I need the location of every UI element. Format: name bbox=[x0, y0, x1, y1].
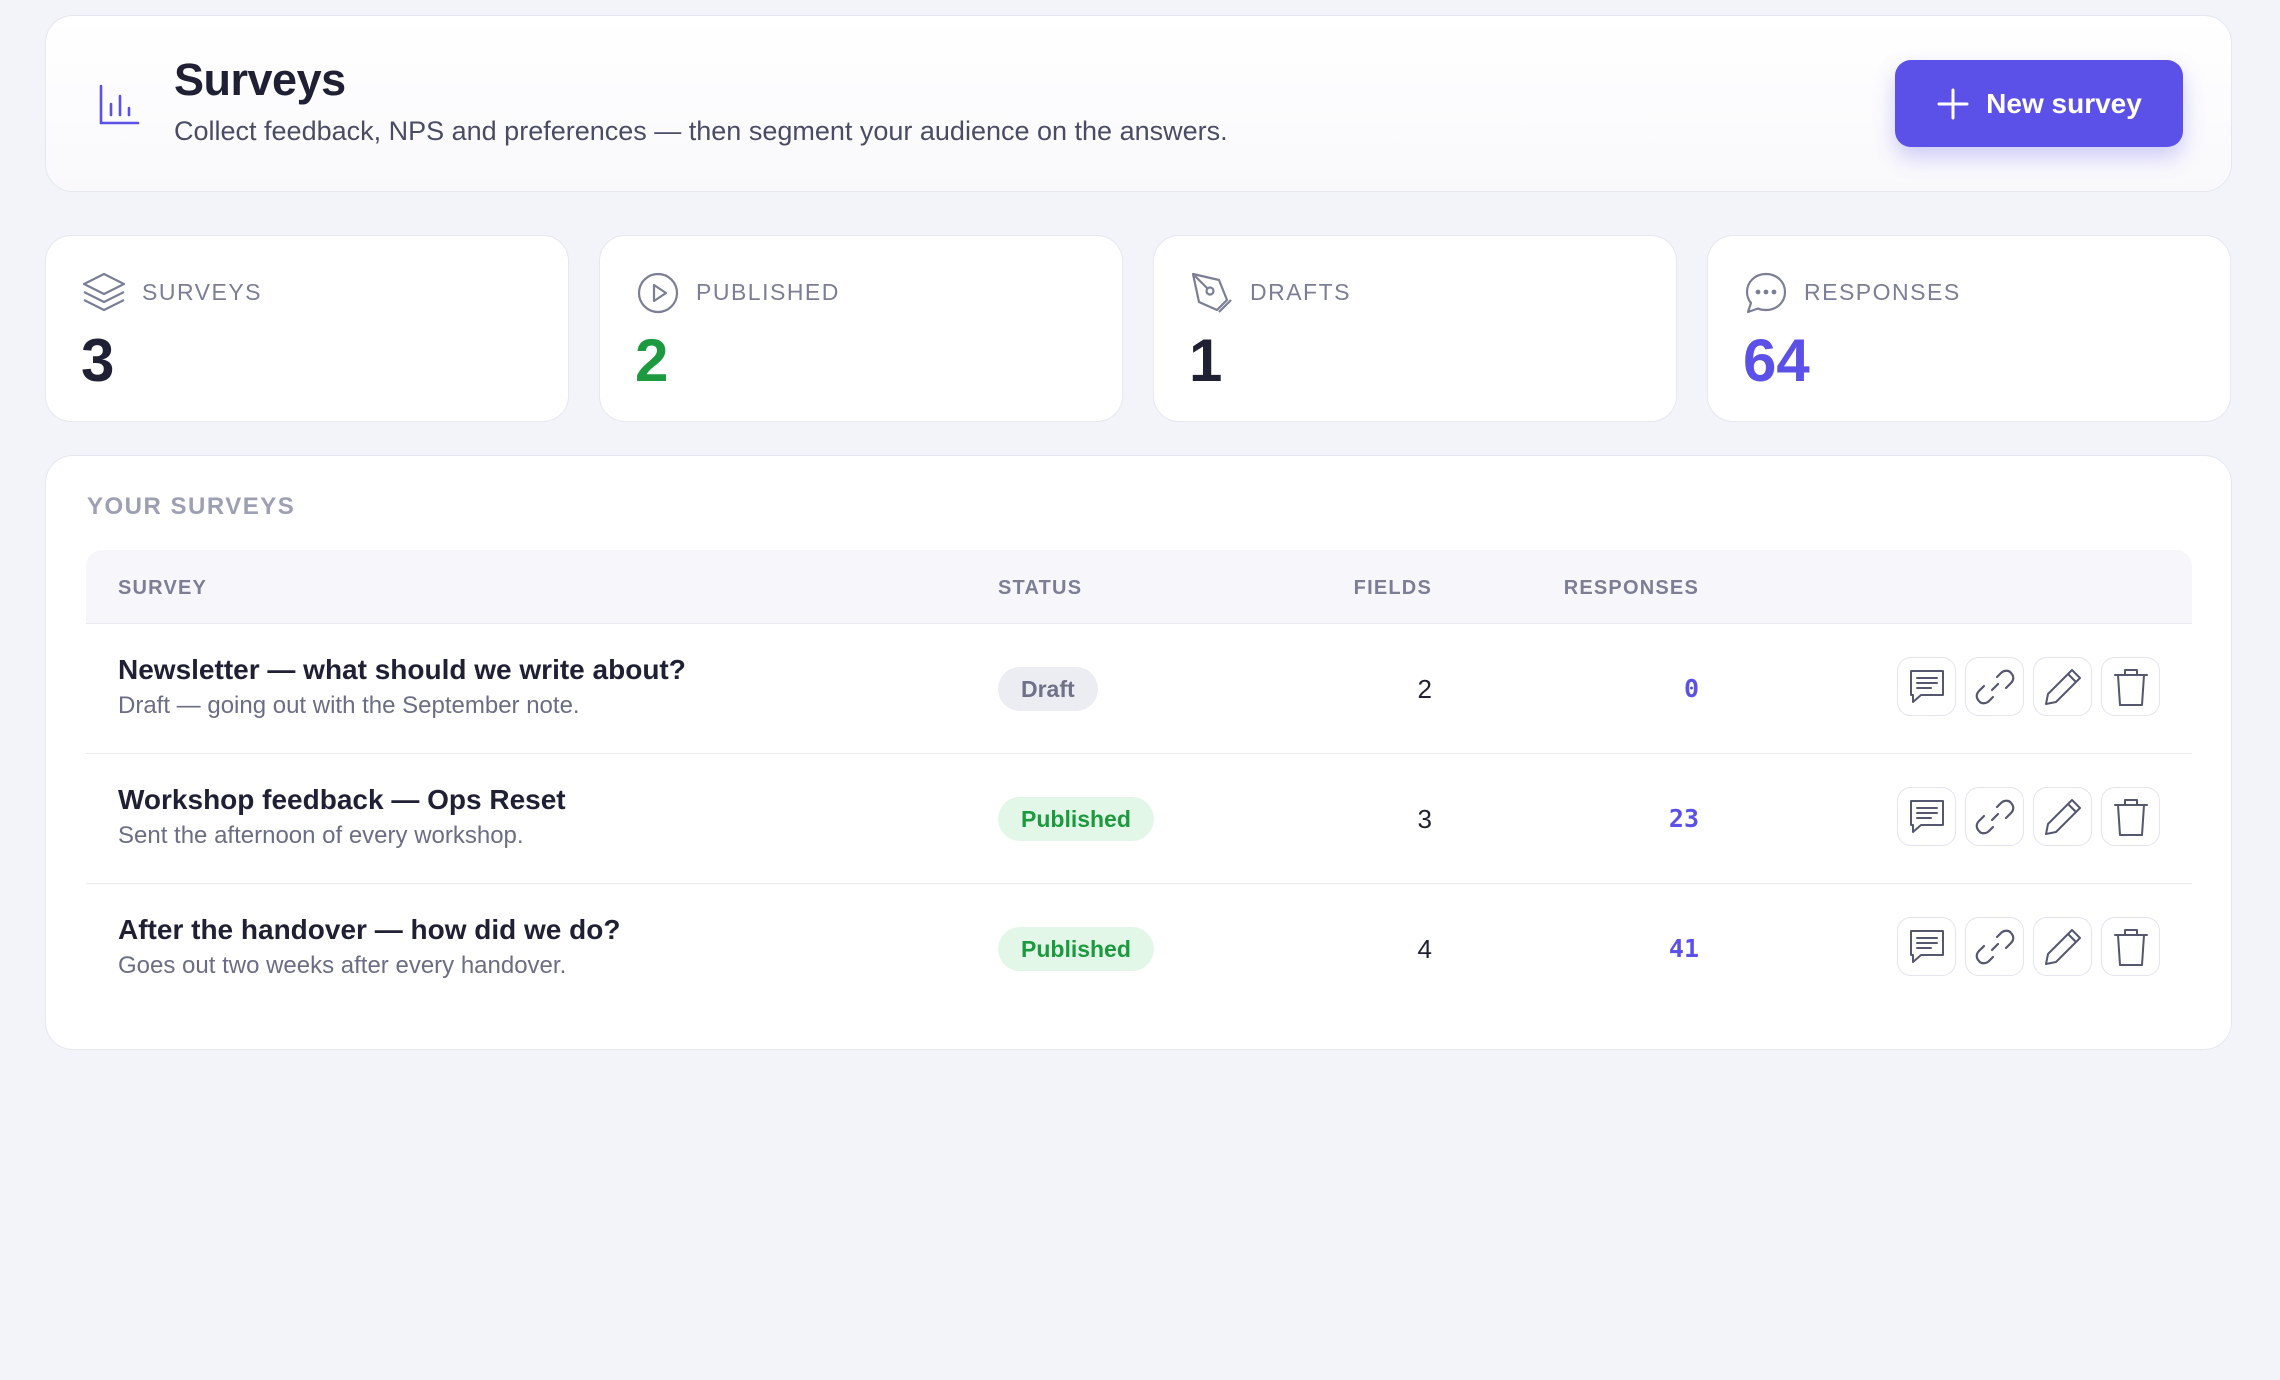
column-header-fields: FIELDS bbox=[1353, 577, 1432, 599]
fields-count: 2 bbox=[1417, 674, 1432, 704]
survey-name[interactable]: After the handover — how did we do? bbox=[118, 914, 620, 946]
stat-value: 3 bbox=[81, 327, 115, 394]
page-subtitle: Collect feedback, NPS and preferences — … bbox=[174, 116, 1228, 146]
row-actions bbox=[1897, 787, 2160, 846]
pencil-icon bbox=[2044, 798, 2081, 835]
stat-label: PUBLISHED bbox=[696, 279, 840, 305]
link-icon bbox=[1975, 799, 2014, 834]
delete-button[interactable] bbox=[2101, 917, 2160, 976]
trash-icon bbox=[2113, 668, 2148, 706]
delete-button[interactable] bbox=[2101, 787, 2160, 846]
survey-name[interactable]: Newsletter — what should we write about? bbox=[118, 654, 686, 686]
status-badge: Published bbox=[998, 797, 1154, 841]
survey-description: Sent the afternoon of every workshop. bbox=[118, 822, 524, 849]
row-actions bbox=[1897, 657, 2160, 716]
message-circle-icon bbox=[1745, 272, 1787, 314]
copy-link-button[interactable] bbox=[1965, 787, 2024, 846]
survey-description: Draft — going out with the September not… bbox=[118, 692, 580, 719]
survey-name[interactable]: Workshop feedback — Ops Reset bbox=[118, 784, 566, 816]
stat-label: RESPONSES bbox=[1804, 279, 1961, 305]
link-icon bbox=[1975, 669, 2014, 704]
stat-value: 1 bbox=[1189, 327, 1223, 394]
stat-card-surveys: SURVEYS 3 bbox=[45, 235, 569, 422]
copy-link-button[interactable] bbox=[1965, 917, 2024, 976]
table-row[interactable]: Workshop feedback — Ops Reset Sent the a… bbox=[86, 754, 2192, 884]
table-title: YOUR SURVEYS bbox=[87, 493, 296, 520]
plus-icon bbox=[1937, 88, 1969, 119]
layers-icon bbox=[82, 272, 126, 312]
page-title: Surveys bbox=[174, 54, 346, 105]
status-badge: Published bbox=[998, 927, 1154, 971]
column-header-responses: RESPONSES bbox=[1563, 577, 1699, 599]
stat-label: DRAFTS bbox=[1250, 279, 1351, 305]
stat-value: 2 bbox=[635, 327, 669, 394]
fields-count: 4 bbox=[1417, 934, 1432, 964]
view-responses-button[interactable] bbox=[1897, 657, 1956, 716]
pencil-icon bbox=[2044, 928, 2081, 965]
message-square-icon bbox=[1909, 669, 1944, 703]
message-square-icon bbox=[1909, 799, 1944, 833]
view-responses-button[interactable] bbox=[1897, 787, 1956, 846]
view-responses-button[interactable] bbox=[1897, 917, 1956, 976]
fields-count: 3 bbox=[1417, 804, 1432, 834]
copy-link-button[interactable] bbox=[1965, 657, 2024, 716]
stat-card-published: PUBLISHED 2 bbox=[599, 235, 1123, 422]
table-row[interactable]: After the handover — how did we do? Goes… bbox=[86, 884, 2192, 1014]
play-circle-icon bbox=[637, 272, 679, 314]
stat-label: SURVEYS bbox=[142, 279, 263, 305]
column-header-status: STATUS bbox=[998, 577, 1083, 599]
trash-icon bbox=[2113, 928, 2148, 966]
stat-card-drafts: DRAFTS 1 bbox=[1153, 235, 1677, 422]
stat-card-responses: RESPONSES 64 bbox=[1707, 235, 2231, 422]
pen-tool-icon bbox=[1191, 272, 1232, 313]
new-survey-label: New survey bbox=[1986, 87, 2142, 119]
status-badge: Draft bbox=[998, 667, 1098, 711]
delete-button[interactable] bbox=[2101, 657, 2160, 716]
row-actions bbox=[1897, 917, 2160, 976]
edit-button[interactable] bbox=[2033, 787, 2092, 846]
responses-count[interactable]: 23 bbox=[1669, 804, 1699, 833]
edit-button[interactable] bbox=[2033, 657, 2092, 716]
responses-count[interactable]: 0 bbox=[1684, 674, 1699, 703]
bar-chart-icon bbox=[99, 84, 140, 125]
survey-description: Goes out two weeks after every handover. bbox=[118, 952, 567, 979]
stat-value: 64 bbox=[1743, 327, 1810, 394]
trash-icon bbox=[2113, 798, 2148, 836]
page-header: Surveys Collect feedback, NPS and prefer… bbox=[45, 15, 2232, 192]
pencil-icon bbox=[2044, 668, 2081, 705]
new-survey-button[interactable]: New survey bbox=[1895, 60, 2183, 147]
column-header-survey: SURVEY bbox=[118, 577, 208, 599]
link-icon bbox=[1975, 929, 2014, 964]
edit-button[interactable] bbox=[2033, 917, 2092, 976]
table-header: SURVEY STATUS FIELDS RESPONSES bbox=[86, 550, 2192, 624]
surveys-table-card: YOUR SURVEYS SURVEY STATUS FIELDS RESPON… bbox=[45, 455, 2232, 1050]
responses-count[interactable]: 41 bbox=[1669, 934, 1699, 963]
message-square-icon bbox=[1909, 929, 1944, 963]
table-row[interactable]: Newsletter — what should we write about?… bbox=[86, 624, 2192, 754]
